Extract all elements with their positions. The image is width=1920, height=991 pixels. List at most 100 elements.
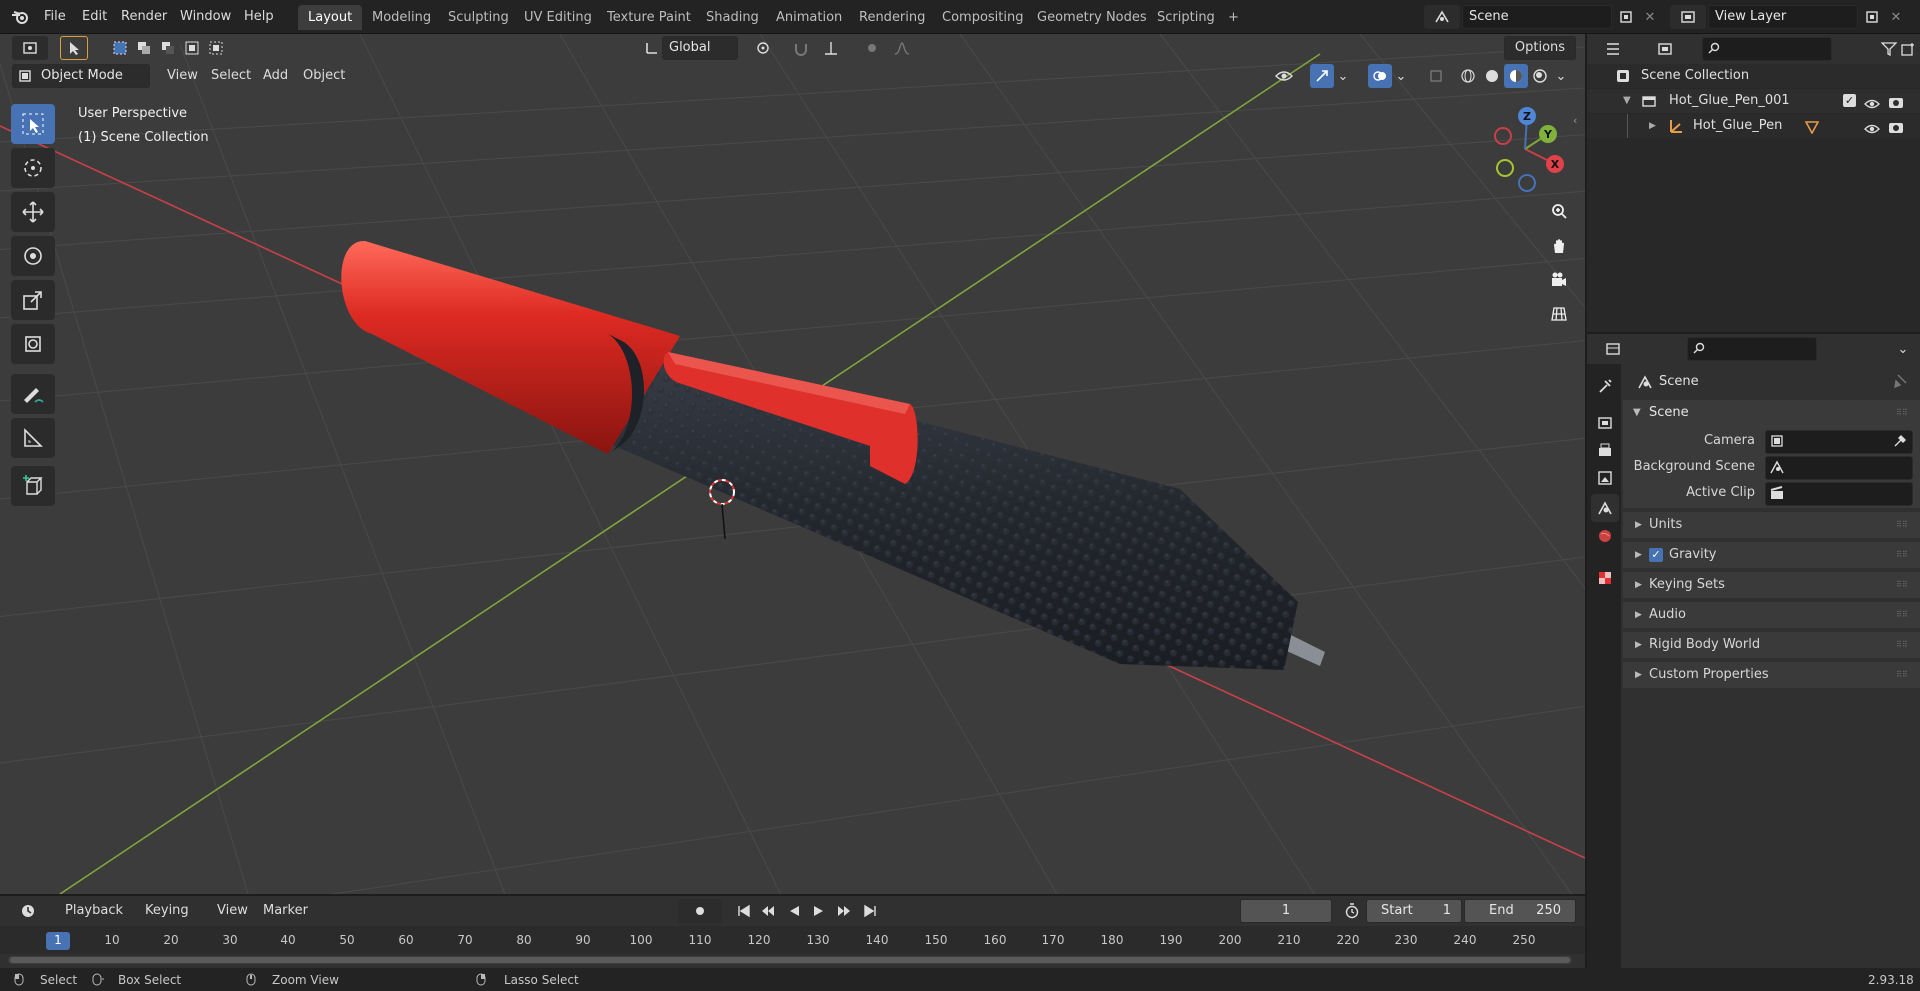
- display-mode-icon[interactable]: [1647, 37, 1683, 61]
- tab-uv-editing[interactable]: UV Editing: [514, 5, 602, 30]
- select-intersect-icon[interactable]: [204, 36, 228, 60]
- menu-view[interactable]: View: [160, 64, 205, 88]
- units-panel-header[interactable]: ▶ Units ⠿⠿: [1623, 512, 1920, 538]
- snap-toggle-icon[interactable]: [789, 36, 813, 60]
- scene-browse-icon[interactable]: [1424, 5, 1460, 29]
- background-scene-field[interactable]: [1765, 456, 1913, 480]
- tool-transform[interactable]: [11, 324, 55, 364]
- tool-add-cube[interactable]: [11, 466, 55, 506]
- menu-select[interactable]: Select: [204, 64, 258, 88]
- tab-texture-paint[interactable]: Texture Paint: [597, 5, 701, 30]
- tab-layout[interactable]: Layout: [298, 5, 363, 30]
- tool-move[interactable]: [11, 192, 55, 232]
- gravity-checkbox[interactable]: ✓: [1649, 548, 1663, 562]
- tool-select-box[interactable]: [11, 104, 55, 144]
- render-tab-icon[interactable]: [1591, 408, 1619, 436]
- timeline-scrollbar[interactable]: [8, 956, 1572, 964]
- blender-logo-icon[interactable]: [8, 5, 32, 29]
- menu-timeline-view[interactable]: View: [210, 899, 255, 923]
- select-subtract-icon[interactable]: [156, 36, 180, 60]
- properties-editor-type-icon[interactable]: [1595, 337, 1631, 361]
- outliner-search-input[interactable]: [1702, 37, 1832, 61]
- tool-annotate[interactable]: [11, 374, 55, 414]
- menu-keying[interactable]: Keying: [138, 899, 196, 923]
- auto-keying-icon[interactable]: [678, 899, 722, 923]
- panel-drag-handle[interactable]: ⠿⠿: [1896, 611, 1910, 619]
- outliner-editor-type-icon[interactable]: [1595, 37, 1631, 61]
- object-render-icon[interactable]: [1888, 119, 1904, 143]
- zoom-view-icon[interactable]: [1545, 197, 1573, 225]
- custom-properties-panel-header[interactable]: ▶ Custom Properties ⠿⠿: [1623, 662, 1920, 688]
- add-workspace-button[interactable]: +: [1222, 5, 1245, 30]
- remove-view-layer-icon[interactable]: ✕: [1884, 5, 1908, 29]
- end-frame-field[interactable]: End 250: [1464, 899, 1576, 923]
- menu-add[interactable]: Add: [256, 64, 295, 88]
- 3d-viewport[interactable]: Global Options Object Mode View Select A…: [0, 34, 1585, 894]
- keying-sets-panel-header[interactable]: ▶ Keying Sets ⠿⠿: [1623, 572, 1920, 598]
- jump-keyframe-forward-icon[interactable]: [832, 899, 856, 923]
- tab-rendering[interactable]: Rendering: [849, 5, 935, 30]
- perspective-toggle-icon[interactable]: [1545, 300, 1573, 328]
- view-layer-tab-icon[interactable]: [1591, 464, 1619, 492]
- expand-chevron-icon[interactable]: ▶: [1649, 114, 1656, 138]
- jump-keyframe-back-icon[interactable]: [756, 899, 780, 923]
- menu-playback[interactable]: Playback: [58, 899, 130, 923]
- outliner-row-scene-collection[interactable]: Scene Collection: [1587, 64, 1920, 88]
- pivot-point-icon[interactable]: [745, 36, 781, 60]
- properties-search-input[interactable]: [1687, 337, 1817, 361]
- proportional-editing-icon[interactable]: [860, 36, 884, 60]
- outliner-row-collection[interactable]: ▼ Hot_Glue_Pen_001 ✓: [1587, 89, 1920, 113]
- jump-end-icon[interactable]: [858, 899, 882, 923]
- panel-drag-handle[interactable]: ⠿⠿: [1896, 671, 1910, 679]
- select-mode-tweak-icon[interactable]: [60, 36, 88, 60]
- current-frame-field[interactable]: 1: [1240, 899, 1332, 923]
- object-data-triangle-icon[interactable]: [1804, 119, 1820, 143]
- wireframe-shading-icon[interactable]: [1456, 64, 1480, 88]
- panel-drag-handle[interactable]: ⠿⠿: [1896, 581, 1910, 589]
- options-dropdown[interactable]: Options: [1504, 36, 1576, 60]
- panel-drag-handle[interactable]: ⠿⠿: [1896, 551, 1910, 559]
- object-visibility-icon[interactable]: [1864, 120, 1880, 144]
- menu-edit[interactable]: Edit: [76, 6, 113, 28]
- panel-drag-handle[interactable]: ⠿⠿: [1896, 641, 1910, 649]
- expand-chevron-icon[interactable]: ▼: [1623, 89, 1631, 113]
- tool-cursor[interactable]: [11, 148, 55, 188]
- eyedropper-icon[interactable]: [1893, 434, 1907, 452]
- view-layer-browse-icon[interactable]: [1670, 5, 1706, 29]
- properties-options-icon[interactable]: ⌄: [1891, 337, 1915, 361]
- scene-tab-icon[interactable]: [1591, 494, 1619, 522]
- tool-scale[interactable]: [11, 280, 55, 320]
- panel-drag-handle[interactable]: ⠿⠿: [1896, 521, 1910, 529]
- object-mode-dropdown[interactable]: Object Mode: [12, 64, 150, 88]
- scene-panel-header[interactable]: ▼ Scene ⠿⠿: [1623, 400, 1920, 426]
- play-icon[interactable]: [806, 899, 830, 923]
- navigation-gizmo[interactable]: X Y Z: [1480, 104, 1570, 194]
- menu-file[interactable]: File: [38, 6, 72, 28]
- menu-marker[interactable]: Marker: [256, 899, 315, 923]
- start-frame-field[interactable]: Start 1: [1366, 899, 1462, 923]
- active-clip-field[interactable]: [1765, 482, 1913, 506]
- camera-field[interactable]: [1765, 430, 1913, 454]
- remove-scene-icon[interactable]: ✕: [1638, 5, 1662, 29]
- material-preview-shading-icon[interactable]: [1504, 64, 1528, 88]
- rigid-body-world-panel-header[interactable]: ▶ Rigid Body World ⠿⠿: [1623, 632, 1920, 658]
- gizmo-dropdown-icon[interactable]: ⌄: [1334, 64, 1352, 88]
- panel-drag-handle[interactable]: ⠿⠿: [1896, 409, 1910, 417]
- tab-compositing[interactable]: Compositing: [932, 5, 1034, 30]
- select-invert-icon[interactable]: [180, 36, 204, 60]
- new-view-layer-icon[interactable]: [1860, 5, 1884, 29]
- world-tab-icon[interactable]: [1591, 522, 1619, 550]
- preview-range-icon[interactable]: [1340, 899, 1364, 923]
- proportional-falloff-icon[interactable]: [884, 36, 920, 60]
- transform-orientation-icon[interactable]: [640, 36, 664, 60]
- xray-toggle-icon[interactable]: [1424, 64, 1448, 88]
- tab-sculpting[interactable]: Sculpting: [438, 5, 519, 30]
- menu-render[interactable]: Render: [115, 6, 173, 28]
- transform-orientation-dropdown[interactable]: Global: [662, 36, 738, 60]
- menu-help[interactable]: Help: [238, 6, 280, 28]
- play-reverse-icon[interactable]: [782, 899, 806, 923]
- texture-tab-icon[interactable]: [1591, 564, 1619, 592]
- overlays-dropdown-icon[interactable]: ⌄: [1392, 64, 1410, 88]
- hot-glue-pen-model[interactable]: [341, 240, 1325, 670]
- view-layer-field[interactable]: View Layer: [1708, 5, 1858, 29]
